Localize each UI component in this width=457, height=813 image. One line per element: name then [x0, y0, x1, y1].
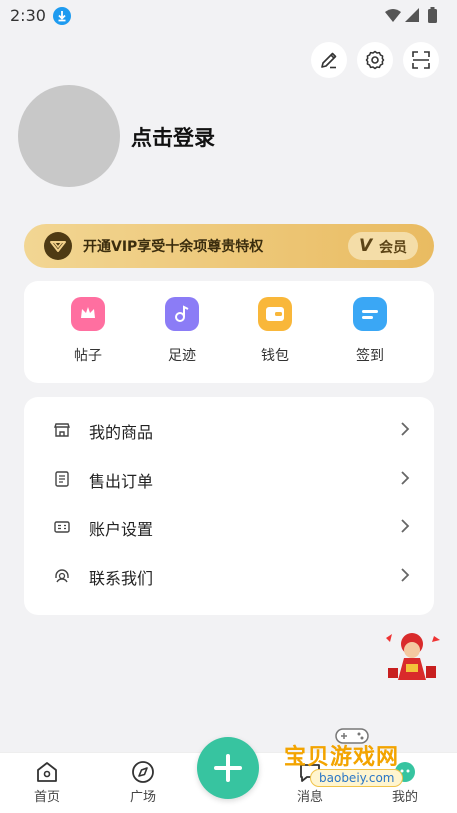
menu-item-label: 我的商品 — [89, 423, 154, 442]
vip-diamond-icon — [44, 232, 72, 260]
chevron-right-icon — [401, 568, 410, 582]
edit-button[interactable] — [311, 42, 347, 78]
menu-item-label: 账户设置 — [89, 520, 154, 539]
watermark-text: 宝贝游戏网 — [284, 745, 400, 770]
quick-action-checkin[interactable]: 签到 — [335, 297, 405, 367]
quick-action-wallet[interactable]: 钱包 — [240, 297, 310, 367]
vip-member-badge[interactable]: V 会员 — [348, 232, 418, 260]
vip-promo-text: 开通VIP享受十余项尊贵特权 — [83, 239, 264, 255]
fortune-mascot-icon[interactable] — [382, 628, 442, 682]
tab-square[interactable]: 广场 — [108, 759, 178, 805]
order-icon — [55, 471, 69, 487]
quick-action-label: 钱包 — [261, 348, 289, 364]
vip-logo-mark: V — [359, 236, 373, 256]
menu-item-my-products[interactable]: 我的商品 — [24, 406, 434, 454]
menu-item-account-settings[interactable]: 账户设置 — [24, 503, 434, 551]
status-time: 2:30 — [10, 6, 46, 25]
account-card-icon — [54, 521, 70, 533]
menu-item-contact-us[interactable]: 联系我们 — [24, 552, 434, 600]
site-watermark: 宝贝游戏网 baobeiy.com — [280, 725, 457, 810]
system-status-icons — [383, 6, 443, 26]
plus-icon — [214, 754, 242, 782]
create-post-button[interactable] — [197, 737, 259, 799]
quick-action-label: 签到 — [356, 348, 384, 364]
tab-label: 首页 — [33, 790, 60, 805]
store-icon — [54, 423, 70, 437]
compass-icon — [132, 761, 154, 783]
checkin-icon — [353, 297, 387, 331]
quick-action-label: 足迹 — [168, 348, 196, 364]
vip-member-label: 会员 — [379, 240, 407, 256]
status-bar: 2:30 — [0, 0, 457, 32]
watermark-url: baobeiy.com — [310, 769, 404, 787]
wallet-icon — [258, 297, 292, 331]
menu-item-label: 售出订单 — [89, 472, 154, 491]
vip-banner[interactable]: 开通VIP享受十余项尊贵特权 V 会员 — [24, 224, 434, 268]
menu-item-label: 联系我们 — [89, 569, 154, 588]
top-actions — [311, 42, 439, 78]
quick-actions-card: 帖子 足迹 钱包 签到 — [24, 281, 434, 383]
menu-card: 我的商品 售出订单 账户设置 联系我们 — [24, 397, 434, 615]
menu-item-sold-orders[interactable]: 售出订单 — [24, 455, 434, 503]
home-icon — [37, 762, 57, 782]
scan-icon — [412, 51, 430, 69]
gear-icon — [365, 50, 385, 70]
crown-post-icon — [71, 297, 105, 331]
avatar[interactable] — [18, 85, 120, 187]
login-link[interactable]: 点击登录 — [131, 122, 215, 152]
profile-section[interactable]: 点击登录 — [18, 85, 438, 190]
chevron-right-icon — [401, 422, 410, 436]
headset-icon — [55, 569, 69, 583]
pencil-icon — [321, 52, 337, 69]
settings-button[interactable] — [357, 42, 393, 78]
tab-home[interactable]: 首页 — [12, 759, 82, 805]
quick-action-posts[interactable]: 帖子 — [53, 297, 123, 367]
scan-button[interactable] — [403, 42, 439, 78]
download-notification-icon — [53, 7, 71, 25]
footprint-icon — [165, 297, 199, 331]
chevron-right-icon — [401, 519, 410, 533]
quick-action-footprint[interactable]: 足迹 — [147, 297, 217, 367]
chevron-right-icon — [401, 471, 410, 485]
tab-label: 广场 — [129, 790, 156, 805]
quick-action-label: 帖子 — [74, 348, 102, 364]
